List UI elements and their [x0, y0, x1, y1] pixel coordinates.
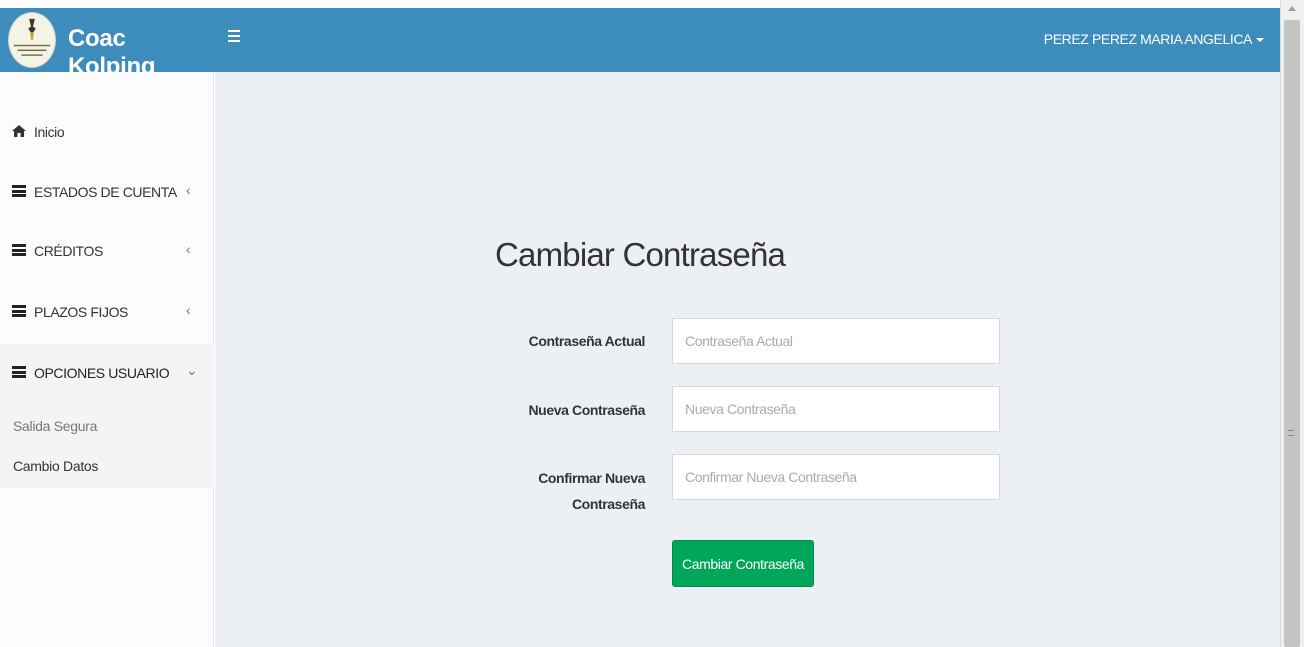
- sidebar-item-label: Inicio: [34, 124, 65, 140]
- page-scrollbar[interactable]: [1280, 0, 1304, 647]
- confirm-password-label-line2: Contraseña: [571, 496, 645, 512]
- th-list-icon: [12, 366, 26, 378]
- chevron-left-icon: ‹: [186, 182, 191, 198]
- sidebar-item-creditos[interactable]: CRÉDITOS ‹: [0, 222, 214, 282]
- sidebar-item-plazos-fijos[interactable]: PLAZOS FIJOS ‹: [0, 283, 214, 343]
- current-password-input[interactable]: [672, 318, 1000, 364]
- sidebar-item-inicio[interactable]: Inicio: [0, 103, 214, 163]
- submenu-opciones-usuario: OPCIONES USUARIO ⌄ Salida Segura Cambio …: [0, 344, 214, 488]
- main-content: Cambiar Contraseña Contraseña Actual Nue…: [215, 72, 1280, 647]
- sidebar-item-label: OPCIONES USUARIO: [34, 365, 170, 381]
- th-list-icon: [12, 244, 26, 256]
- sidebar-toggle-icon[interactable]: [228, 30, 240, 44]
- new-password-label: Nueva Contraseña: [528, 402, 645, 418]
- top-navbar: Coac Kolping PEREZ PEREZ MARIA ANGELICA: [0, 8, 1280, 80]
- chevron-down-icon: ⌄: [186, 362, 198, 378]
- user-name: PEREZ PEREZ MARIA ANGELICA: [1043, 31, 1253, 47]
- scroll-up-arrow-icon[interactable]: [1288, 6, 1296, 11]
- th-list-icon: [12, 185, 26, 197]
- page-title: Cambiar Contraseña: [495, 236, 786, 273]
- chevron-left-icon: ‹: [186, 302, 191, 318]
- current-password-label: Contraseña Actual: [528, 333, 646, 349]
- sidebar-item-label: CRÉDITOS: [34, 243, 103, 259]
- scroll-thumb[interactable]: [1284, 20, 1300, 647]
- confirm-password-label-line1: Confirmar Nueva: [538, 470, 645, 486]
- home-icon: [12, 125, 26, 137]
- caret-down-icon: [1256, 38, 1264, 43]
- chevron-left-icon: ‹: [186, 241, 191, 257]
- confirm-password-input[interactable]: [672, 454, 1000, 500]
- new-password-input[interactable]: [672, 386, 1000, 432]
- th-list-icon: [12, 305, 26, 317]
- kolping-logo[interactable]: [8, 12, 56, 68]
- sidebar: Inicio ESTADOS DE CUENTA ‹ CRÉDITOS ‹ PL…: [0, 72, 214, 647]
- sidebar-item-opciones-usuario[interactable]: OPCIONES USUARIO ⌄: [0, 344, 214, 404]
- scroll-grip-icon: [1288, 430, 1294, 436]
- user-menu[interactable]: PEREZ PEREZ MARIA ANGELICA: [1044, 31, 1264, 47]
- sidebar-item-estados-de-cuenta[interactable]: ESTADOS DE CUENTA ‹: [0, 163, 214, 223]
- change-password-button[interactable]: Cambiar Contraseña: [672, 540, 814, 587]
- logo-area[interactable]: Coac Kolping: [0, 8, 214, 80]
- sidebar-item-label: PLAZOS FIJOS: [34, 304, 128, 320]
- submenu-link-cambio-datos[interactable]: Cambio Datos: [13, 458, 98, 474]
- confirm-password-label: Confirmar Nueva Contraseña: [495, 465, 645, 517]
- sidebar-item-label: ESTADOS DE CUENTA: [34, 184, 177, 200]
- submenu-link-salida-segura[interactable]: Salida Segura: [13, 418, 97, 434]
